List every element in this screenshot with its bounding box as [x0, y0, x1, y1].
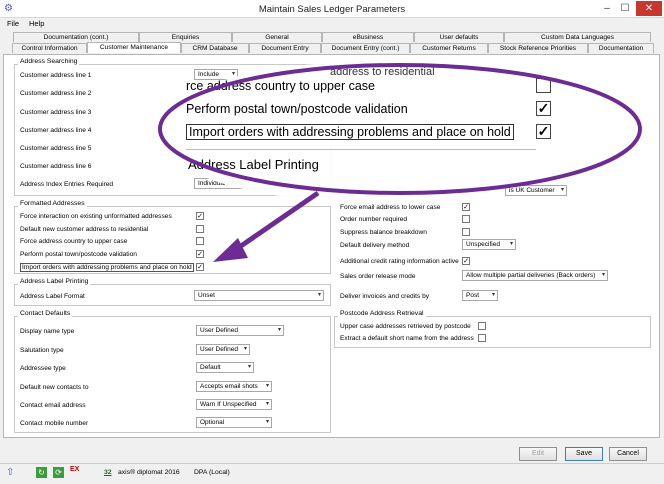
edit-button[interactable]: Edit: [519, 447, 557, 461]
refresh-icon[interactable]: ↻: [36, 467, 47, 478]
annotation-arrow-head: [213, 238, 248, 262]
database-name: DPA (Local): [194, 469, 230, 476]
sync-icon[interactable]: ⟳: [53, 467, 64, 478]
excel-export-icon[interactable]: EX: [70, 466, 79, 473]
annotation-ellipse: [158, 63, 642, 195]
status-bar: [0, 463, 664, 484]
upload-icon[interactable]: ⇧: [6, 467, 14, 478]
cancel-button[interactable]: Cancel: [609, 447, 647, 461]
save-button[interactable]: Save: [565, 447, 603, 461]
product-name: axis® diplomat 2016: [118, 469, 180, 476]
annotation-overlay: [158, 63, 642, 262]
count-indicator: 32: [104, 469, 112, 476]
annotation-arrow-line: [236, 190, 320, 251]
